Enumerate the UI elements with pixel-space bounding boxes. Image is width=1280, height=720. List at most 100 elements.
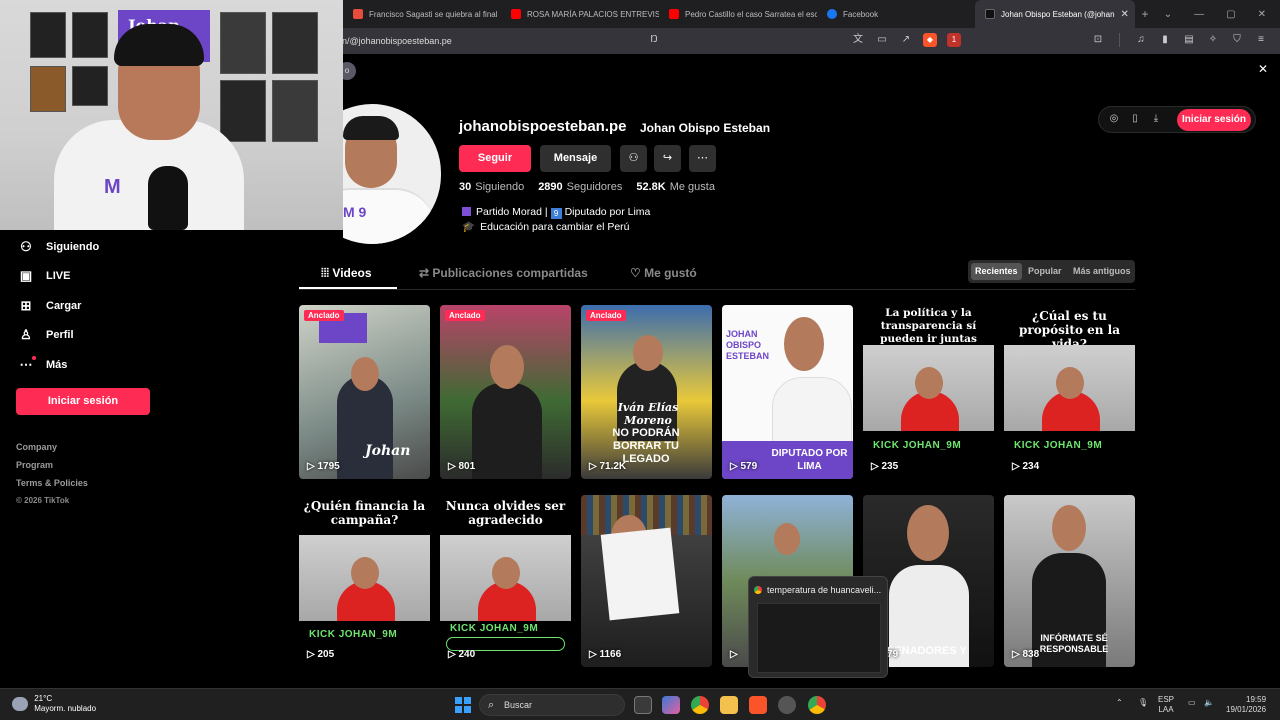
share-icon[interactable]: ↪	[654, 145, 681, 172]
file-explorer-icon[interactable]	[720, 696, 738, 714]
microphone-icon[interactable]: 🎙	[1138, 698, 1148, 708]
browser-tab-3[interactable]: Pedro Castillo el caso Sarratea el esc	[659, 0, 817, 28]
face	[1056, 367, 1084, 399]
leo-icon[interactable]: ✧	[1206, 33, 1220, 47]
sidebar-login-button[interactable]: Iniciar sesión	[16, 388, 150, 415]
brave-shields-icon[interactable]: ◆	[923, 33, 937, 47]
video-card[interactable]: ▷ 1166	[581, 495, 712, 667]
browser-tab-2[interactable]: ROSA MARÍA PALACIOS ENTREVISTA	[501, 0, 659, 28]
view-count: ▷ 205	[307, 649, 335, 660]
sidebar-toggle-icon[interactable]: ⊡	[1091, 33, 1105, 47]
wall-poster	[30, 12, 66, 58]
tab-liked[interactable]: ♡ Me gustó	[630, 266, 697, 280]
brave-rewards-icon[interactable]: 1	[947, 33, 961, 47]
brave-icon[interactable]	[749, 696, 767, 714]
menu-icon[interactable]: ≡	[1254, 33, 1268, 47]
shirt-logo: M	[104, 176, 121, 198]
video-card[interactable]: Anclado Iván Elías Moreno NO PODRÁN BORR…	[581, 305, 712, 479]
footer-link-terms[interactable]: Terms & Policies	[16, 478, 88, 496]
cast-icon[interactable]: ▭	[875, 33, 889, 47]
following-stat[interactable]: 30 Siguiendo	[459, 181, 524, 193]
active-tab-indicator	[299, 287, 397, 289]
url-field[interactable]: n/@johanobispoesteban.pe	[342, 36, 452, 46]
reading-icon[interactable]: ▮	[1158, 33, 1172, 47]
tab-reposts[interactable]: ⇄ Publicaciones compartidas	[419, 266, 588, 280]
taskbar-search[interactable]: Buscar	[479, 694, 625, 716]
tab-search-icon[interactable]: ⌄	[1164, 9, 1172, 20]
screen-reader-icon[interactable]: Ŋ	[647, 33, 661, 47]
video-card[interactable]: ¿Quién financia la campaña? KICK JOHAN_9…	[299, 495, 430, 667]
language-indicator[interactable]: ESP LAA	[1158, 695, 1174, 715]
clock[interactable]: 19:59 19/01/2026	[1226, 695, 1266, 715]
obs-icon[interactable]	[778, 696, 796, 714]
avatar[interactable]: M 9	[343, 104, 441, 244]
video-card[interactable]: Nunca olvides ser agradecido KICK JOHAN_…	[440, 495, 571, 667]
wallet-icon[interactable]: ▤	[1182, 33, 1196, 47]
video-card[interactable]: ¿Cúal es tu propósito en la vida? KICK J…	[1004, 305, 1135, 479]
following-count: 30	[459, 181, 472, 193]
vpn-icon[interactable]: ⛉	[1230, 33, 1244, 47]
chevron-up-icon[interactable]: ⌃	[1116, 698, 1123, 708]
footer-link-program[interactable]: Program	[16, 460, 88, 478]
youtube-icon	[669, 9, 679, 19]
new-tab-button[interactable]: +	[1135, 7, 1155, 21]
taskbar-preview-popup[interactable]: temperatura de huancaveli...	[748, 576, 888, 678]
message-button[interactable]: Mensaje	[540, 145, 611, 172]
video-card[interactable]: Anclado Johan ▷ 1795	[299, 305, 430, 479]
windows-start-icon[interactable]	[455, 697, 471, 713]
avatar-hair	[343, 116, 399, 140]
video-card[interactable]: JOHAN OBISPO ESTEBAN DIPUTADO POR LIMA ▷…	[722, 305, 853, 479]
close-window-icon[interactable]: ✕	[1258, 9, 1266, 20]
music-icon[interactable]: ♫	[1134, 33, 1148, 47]
sidebar-item-profile[interactable]: ♙ Perfil	[0, 321, 170, 351]
sidebar-item-upload[interactable]: ⊞ Cargar	[0, 291, 170, 321]
header-login-button[interactable]: Iniciar sesión	[1177, 109, 1251, 131]
network-icon[interactable]: ▭	[1188, 698, 1196, 708]
volume-icon[interactable]: 🔈	[1204, 698, 1214, 708]
compass-icon[interactable]: ◎	[1107, 112, 1121, 126]
sort-recent[interactable]: Recientes	[971, 263, 1022, 280]
download-icon[interactable]: ⤓	[1149, 112, 1163, 126]
views-value: 838	[1022, 649, 1040, 660]
tab-title: Francisco Sagasti se quiebra al final	[369, 9, 498, 19]
task-view-icon[interactable]	[634, 696, 652, 714]
browser-tab-active[interactable]: Johan Obispo Esteban (@johan ✕	[975, 0, 1135, 28]
pinned-badge: Anclado	[304, 310, 344, 321]
banner-close-icon[interactable]: ✕	[1258, 62, 1268, 76]
profile-bio: Partido Morad | 9 Diputado por Lima 🎓 Educa…	[462, 205, 650, 234]
add-friend-icon[interactable]: ⚇	[620, 145, 647, 172]
copilot-icon[interactable]	[662, 696, 680, 714]
views-value: 801	[458, 461, 476, 472]
minimize-icon[interactable]: —	[1194, 9, 1204, 20]
share-icon[interactable]: ↗	[899, 33, 913, 47]
close-tab-icon[interactable]: ✕	[1121, 9, 1129, 20]
sidebar-item-live[interactable]: ▣ LIVE	[0, 262, 170, 292]
sort-oldest[interactable]: Más antiguos	[1069, 263, 1135, 280]
tab-videos[interactable]: ⦙⦙⦙ Videos	[321, 266, 372, 281]
wall-poster	[72, 12, 108, 58]
phone-icon[interactable]: ▯	[1128, 112, 1142, 126]
pinned-badge: Anclado	[586, 310, 626, 321]
clock-date: 19/01/2026	[1226, 705, 1267, 714]
footer-link-company[interactable]: Company	[16, 442, 88, 460]
facebook-icon	[827, 9, 837, 19]
video-card[interactable]: Anclado ▷ 801	[440, 305, 571, 479]
sidebar-item-more[interactable]: ⋯ Más	[0, 350, 170, 380]
sidebar-item-following[interactable]: ⚇ Siguiendo	[0, 232, 170, 262]
tab-label: Videos	[332, 266, 372, 280]
video-card[interactable]: INFÓRMATE SÉ RESPONSABLE ▷ 838	[1004, 495, 1135, 667]
wall-poster	[220, 80, 266, 142]
chrome-icon[interactable]	[691, 696, 709, 714]
more-options-icon[interactable]: ⋯	[689, 145, 716, 172]
followers-stat[interactable]: 2890 Seguidores	[538, 181, 622, 193]
sort-popular[interactable]: Popular	[1024, 263, 1066, 280]
bio-slogan: Educación para cambiar el Perú	[480, 220, 630, 233]
chrome-icon[interactable]	[808, 696, 826, 714]
video-card[interactable]: La política y la transparencia sí pueden…	[863, 305, 994, 479]
follow-button[interactable]: Seguir	[459, 145, 531, 172]
translate-icon[interactable]: 文	[851, 33, 865, 47]
weather-widget[interactable]: 21°C Mayorm. nublado	[12, 694, 96, 714]
maximize-icon[interactable]: ▢	[1226, 9, 1235, 20]
browser-tab-1[interactable]: Francisco Sagasti se quiebra al final	[343, 0, 501, 28]
browser-tab-4[interactable]: Facebook	[817, 0, 975, 28]
